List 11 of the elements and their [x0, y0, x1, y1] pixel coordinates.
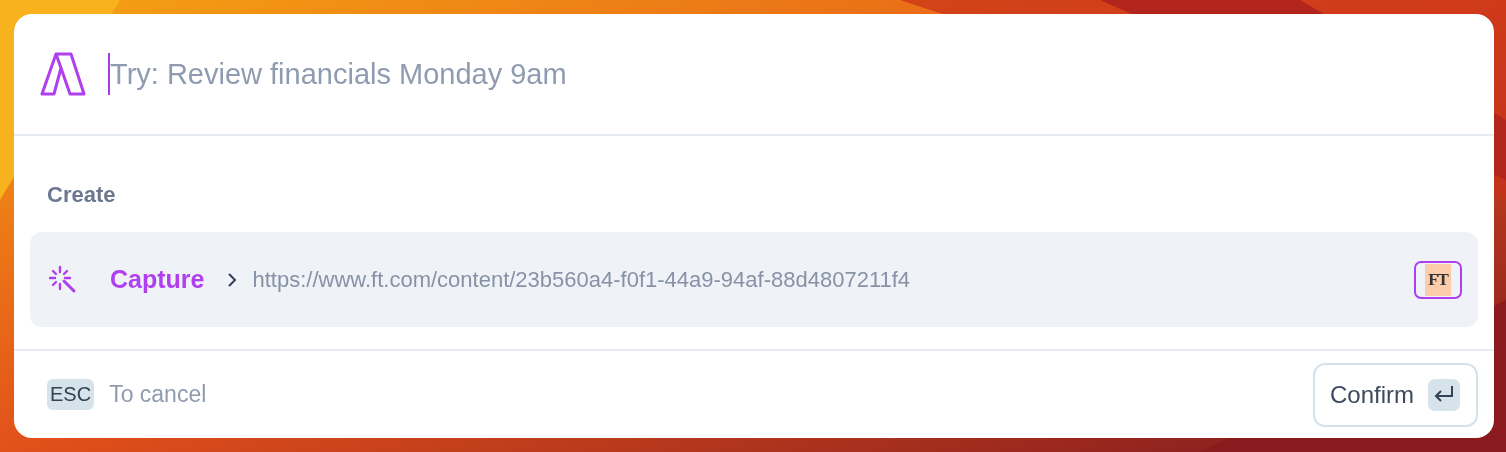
- item-url: https://www.ft.com/content/23b560a4-f0f1-44a9-94af-88d4807211f4: [252, 266, 912, 293]
- menu-item[interactable]: Capture https://www.ft.com/content/23b560a4-f0f1-44a9-94af-88d4807211f4 FT: [30, 232, 1478, 327]
- cancel-hint: To cancel: [109, 381, 208, 408]
- site-favicon: FT: [1414, 260, 1462, 299]
- confirm-button[interactable]: Confirm: [1313, 362, 1478, 427]
- magic-wand-icon: [48, 264, 78, 295]
- key-badge: ESC: [47, 379, 95, 410]
- logo-icon: [40, 51, 86, 97]
- return-key-icon: [1428, 378, 1460, 411]
- item-label: Capture: [110, 265, 205, 294]
- section-heading: Create: [47, 182, 116, 208]
